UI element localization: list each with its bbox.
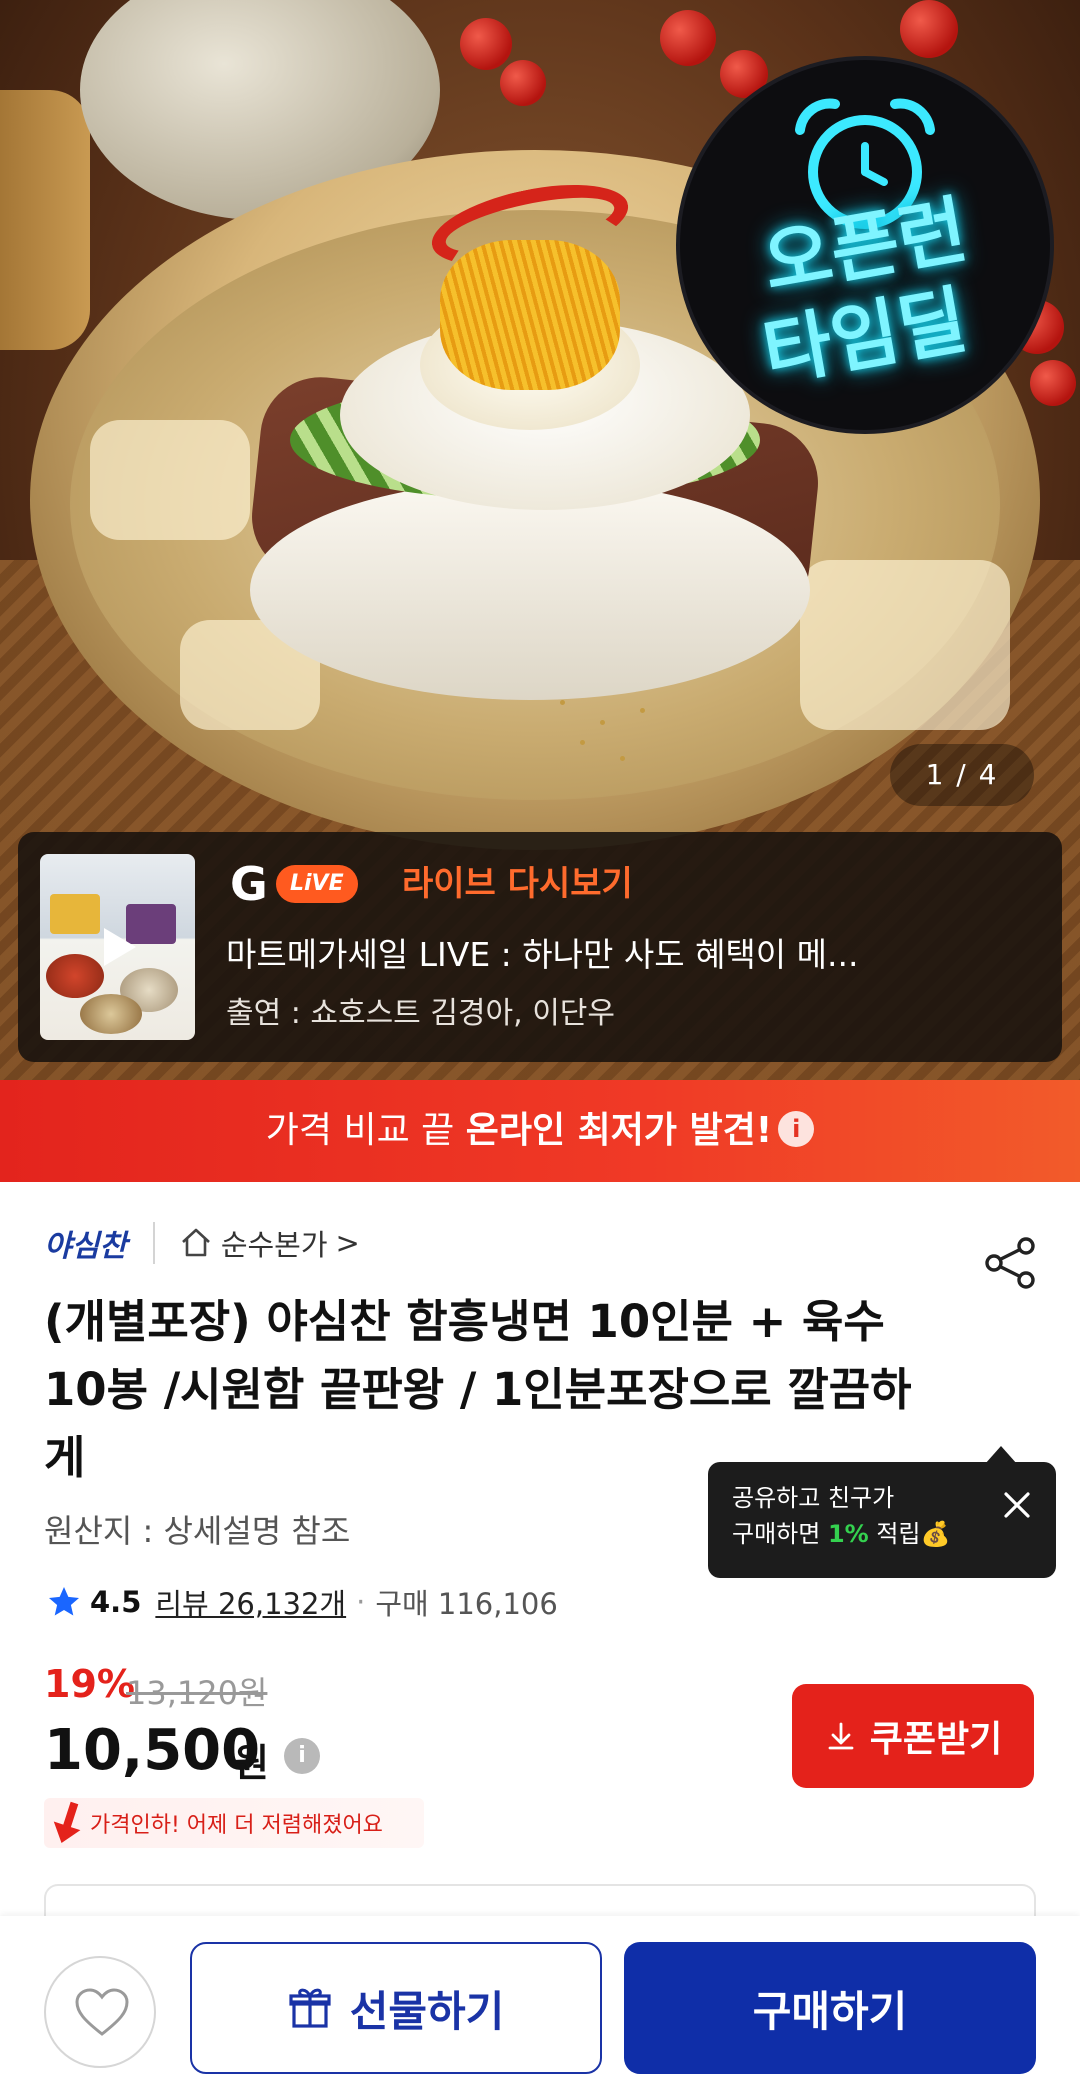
brand-logo[interactable]: 야심찬 <box>44 1221 127 1265</box>
svg-text:G: G <box>230 858 268 908</box>
current-price: 10,500 <box>44 1718 261 1783</box>
price-unit: 원 <box>234 1741 269 1785</box>
purchase-count: 구매 116,106 <box>375 1587 558 1621</box>
gift-button-label: 선물하기 <box>349 1987 505 2035</box>
bottom-action-bar: 선물하기 구매하기 <box>0 1916 1080 2100</box>
rating-row: 4.5 리뷰 26,132개 · 구매 116,106 <box>46 1578 558 1626</box>
home-icon <box>181 1228 210 1257</box>
berry-decoration <box>500 60 546 106</box>
berry-decoration <box>660 10 716 66</box>
buy-button-label: 구매하기 <box>752 1987 908 2035</box>
lowest-price-banner[interactable]: 가격 비교 끝 온라인 최저가 발견! i <box>0 1080 1080 1182</box>
open-run-timedeal-badge: 오픈런 타임딜 <box>680 60 1050 430</box>
price-drop-text: 가격인하! 어제 더 저렴해졌어요 <box>90 1813 383 1838</box>
reward-percent: 1% <box>827 1520 869 1548</box>
coupon-button-label: 쿠폰받기 <box>869 1718 1003 1759</box>
discount-rate: 19% <box>44 1662 135 1706</box>
ice-image <box>800 560 1010 730</box>
gift-button[interactable]: 선물하기 <box>190 1942 602 2074</box>
side-cup-image <box>0 90 90 350</box>
close-icon[interactable] <box>994 1482 1040 1528</box>
play-icon <box>104 928 136 966</box>
brand-row: 야심찬 순수본가 > <box>44 1218 360 1268</box>
price-down-arrow-icon <box>53 1801 81 1843</box>
price-info-icon[interactable]: i <box>284 1738 320 1774</box>
original-price: 13,120원 <box>126 1674 268 1712</box>
info-icon[interactable]: i <box>778 1111 815 1147</box>
buy-button[interactable]: 구매하기 <box>624 1942 1036 2074</box>
berry-decoration <box>900 0 958 58</box>
heart-icon <box>75 1988 129 2036</box>
berry-decoration <box>460 18 512 70</box>
image-counter: 1 / 4 <box>890 744 1034 806</box>
rating-score: 4.5 <box>90 1585 142 1619</box>
money-bag-icon: 💰 <box>920 1520 951 1548</box>
live-thumbnail[interactable] <box>40 854 195 1040</box>
store-name: 순수본가 <box>220 1228 328 1262</box>
radish-topping <box>250 480 810 700</box>
star-icon <box>49 1587 79 1616</box>
separator-dot: · <box>356 1585 366 1619</box>
compare-normal-text: 가격 비교 끝 <box>265 1110 466 1151</box>
live-title: 마트메가세일 LIVE : 하나만 사도 혜택이 메... <box>226 935 859 974</box>
price-drop-notice: 가격인하! 어제 더 저렴해졌어요 <box>44 1798 424 1848</box>
store-link[interactable]: 순수본가 > <box>179 1222 360 1264</box>
gmarket-logo-icon: G <box>230 858 268 908</box>
live-replay-banner[interactable]: G LiVE 라이브 다시보기 마트메가세일 LIVE : 하나만 사도 혜택이… <box>18 832 1062 1062</box>
live-cast: 출연 : 쇼호스트 김경아, 이단우 <box>226 996 615 1031</box>
live-pill-badge: LiVE <box>276 865 358 903</box>
ice-image <box>90 420 250 540</box>
share-icon[interactable] <box>980 1232 1042 1294</box>
get-coupon-button[interactable]: 쿠폰받기 <box>792 1684 1034 1788</box>
gift-icon <box>289 1988 331 2028</box>
berry-decoration <box>1030 360 1076 406</box>
live-replay-label: 라이브 다시보기 <box>402 864 633 904</box>
chevron-right-icon: > <box>335 1226 360 1260</box>
compare-strong-text: 온라인 최저가 발견! <box>465 1110 773 1151</box>
origin-text: 원산지 : 상세설명 참조 <box>44 1512 351 1550</box>
wishlist-button[interactable] <box>44 1956 156 2068</box>
review-count-link[interactable]: 리뷰 26,132개 <box>155 1581 346 1623</box>
download-icon <box>828 1722 854 1750</box>
divider <box>152 1222 155 1264</box>
